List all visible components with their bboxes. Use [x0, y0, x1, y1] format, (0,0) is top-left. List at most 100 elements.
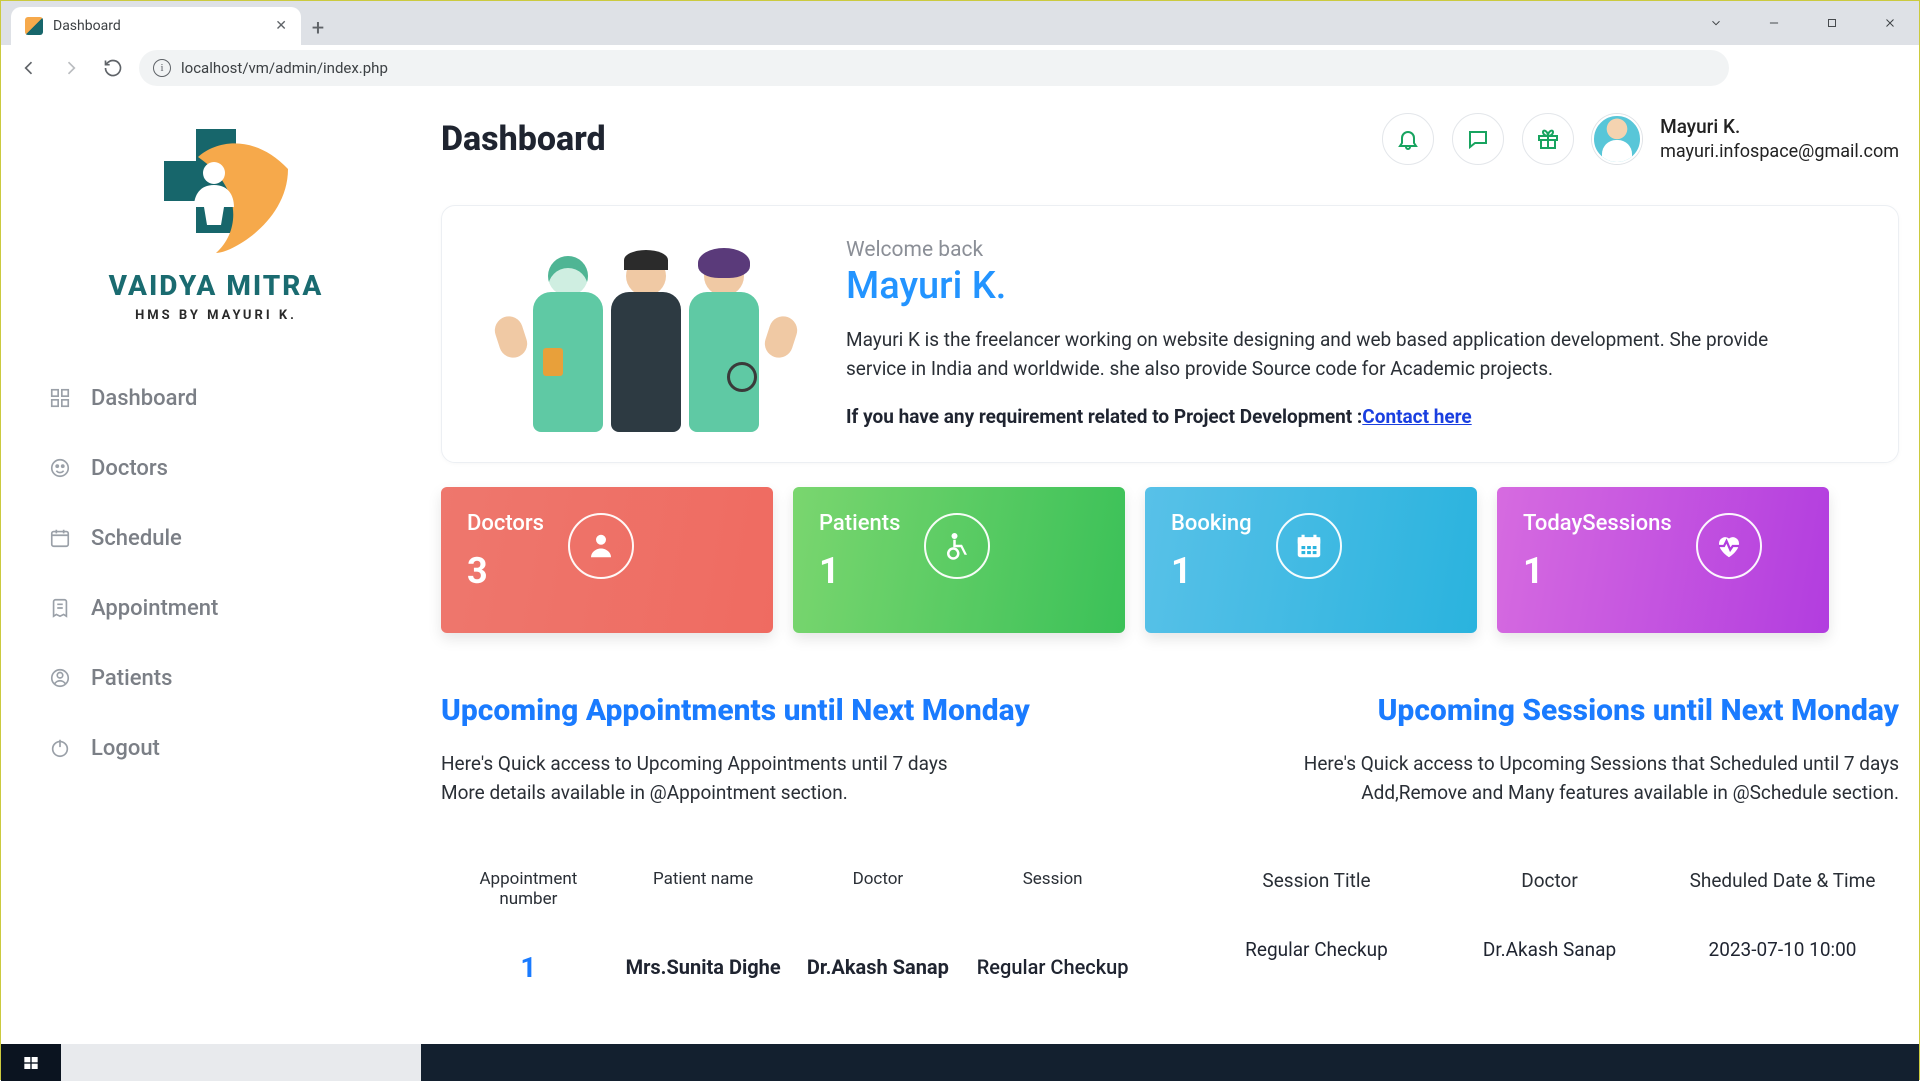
- url-text: localhost/vm/admin/index.php: [181, 59, 388, 77]
- messages-button[interactable]: [1452, 113, 1504, 165]
- sessions-table: Session Title Doctor Sheduled Date & Tim…: [1200, 863, 1899, 962]
- cell-doctor: Dr.Akash Sanap: [1433, 938, 1666, 962]
- th-session-title: Session Title: [1200, 863, 1433, 898]
- sidebar-item-label: Logout: [91, 736, 160, 761]
- nav-back-button[interactable]: [13, 52, 45, 84]
- stat-label: TodaySessions: [1523, 511, 1672, 536]
- window-close-button[interactable]: [1861, 4, 1919, 42]
- sessions-subtitle: Here's Quick access to Upcoming Sessions…: [1200, 750, 1899, 807]
- tab-close-icon[interactable]: ✕: [275, 18, 287, 34]
- sidebar-item-doctors[interactable]: Doctors: [41, 433, 391, 503]
- table-row[interactable]: 1 Mrs.Sunita Dighe Dr.Akash Sanap Regula…: [441, 950, 1140, 985]
- doctors-icon: [47, 455, 73, 481]
- sidebar-item-label: Doctors: [91, 456, 168, 481]
- stat-tile-doctors[interactable]: Doctors 3: [441, 487, 773, 633]
- welcome-illustration: [476, 232, 816, 432]
- user-avatar[interactable]: [1592, 114, 1642, 164]
- welcome-back-label: Welcome back: [846, 238, 1864, 262]
- tab-title: Dashboard: [53, 18, 265, 34]
- site-info-icon[interactable]: i: [153, 59, 171, 77]
- welcome-cta: If you have any requirement related to P…: [846, 405, 1864, 428]
- table-row[interactable]: Regular Checkup Dr.Akash Sanap 2023-07-1…: [1200, 938, 1899, 962]
- welcome-description: Mayuri K is the freelancer working on we…: [846, 326, 1826, 383]
- doctor-icon: [568, 513, 634, 579]
- sidebar-item-label: Patients: [91, 666, 172, 691]
- welcome-text: Welcome back Mayuri K. Mayuri K is the f…: [846, 232, 1864, 432]
- appointments-column: Upcoming Appointments until Next Monday …: [441, 693, 1140, 985]
- sidebar-item-appointment[interactable]: Appointment: [41, 573, 391, 643]
- window-minimize-button[interactable]: [1745, 4, 1803, 42]
- cell-datetime: 2023-07-10 10:00: [1666, 938, 1899, 962]
- appointment-icon: [47, 595, 73, 621]
- window-maximize-button[interactable]: [1803, 4, 1861, 42]
- table-header: Appointmentnumber Patient name Doctor Se…: [441, 863, 1140, 916]
- th-appointment-number: Appointmentnumber: [441, 863, 616, 916]
- stat-value: 1: [1523, 550, 1672, 592]
- stat-tile-today-sessions[interactable]: TodaySessions 1: [1497, 487, 1829, 633]
- address-row: i localhost/vm/admin/index.php: [1, 45, 1919, 91]
- notifications-button[interactable]: [1382, 113, 1434, 165]
- appointments-subtitle: Here's Quick access to Upcoming Appointm…: [441, 750, 1140, 807]
- sidebar-item-logout[interactable]: Logout: [41, 713, 391, 783]
- dashboard-columns: Upcoming Appointments until Next Monday …: [441, 693, 1899, 985]
- heart-pulse-icon: [1696, 513, 1762, 579]
- sidebar-item-patients[interactable]: Patients: [41, 643, 391, 713]
- nav-reload-button[interactable]: [97, 52, 129, 84]
- user-email: mayuri.infospace@gmail.com: [1660, 140, 1899, 164]
- th-patient-name: Patient name: [616, 863, 791, 916]
- welcome-card: Welcome back Mayuri K. Mayuri K is the f…: [441, 205, 1899, 463]
- logout-icon: [47, 735, 73, 761]
- gifts-button[interactable]: [1522, 113, 1574, 165]
- sidebar-item-label: Schedule: [91, 526, 182, 551]
- nav-forward-button[interactable]: [55, 52, 87, 84]
- cell-doctor: Dr.Akash Sanap: [791, 955, 966, 980]
- gift-icon: [1536, 127, 1560, 151]
- start-button[interactable]: [1, 1044, 61, 1081]
- logo-mark-icon: [136, 121, 296, 261]
- sidebar-item-dashboard[interactable]: Dashboard: [41, 363, 391, 433]
- table-header: Session Title Doctor Sheduled Date & Tim…: [1200, 863, 1899, 898]
- app-viewport: VAIDYA MITRA HMS BY MAYURI K. Dashboard …: [1, 91, 1919, 1044]
- sidebar-item-schedule[interactable]: Schedule: [41, 503, 391, 573]
- brand-logo: VAIDYA MITRA HMS BY MAYURI K.: [41, 121, 391, 323]
- stats-row: Doctors 3 Patients1 Booking1 TodaySession…: [441, 487, 1899, 633]
- address-bar[interactable]: i localhost/vm/admin/index.php: [139, 50, 1729, 86]
- dashboard-icon: [47, 385, 73, 411]
- bell-icon: [1396, 127, 1420, 151]
- th-doctor: Doctor: [1433, 863, 1666, 898]
- calendar-icon: [1276, 513, 1342, 579]
- taskbar-light-region: [61, 1044, 421, 1081]
- topbar: Dashboard Mayuri K. mayuri.infospace@gma…: [441, 113, 1899, 165]
- stat-label: Doctors: [467, 511, 544, 536]
- sidebar-item-label: Dashboard: [91, 386, 197, 411]
- chat-icon: [1466, 127, 1490, 151]
- sidebar-item-label: Appointment: [91, 596, 218, 621]
- window-controls: [1687, 1, 1919, 45]
- stat-value: 1: [819, 550, 900, 592]
- welcome-name: Mayuri K.: [846, 264, 1864, 308]
- appointments-table: Appointmentnumber Patient name Doctor Se…: [441, 863, 1140, 985]
- contact-link[interactable]: Contact here: [1362, 405, 1471, 428]
- sessions-title: Upcoming Sessions until Next Monday: [1200, 693, 1899, 728]
- tab-strip: Dashboard ✕ +: [1, 1, 1919, 45]
- new-tab-button[interactable]: +: [301, 11, 335, 45]
- brand-sub: HMS BY MAYURI K.: [135, 308, 297, 323]
- cell-session: Regular Checkup: [965, 955, 1140, 980]
- window-dropdown-icon[interactable]: [1687, 4, 1745, 42]
- schedule-icon: [47, 525, 73, 551]
- topbar-right: Mayuri K. mayuri.infospace@gmail.com: [1382, 113, 1899, 165]
- user-name: Mayuri K.: [1660, 114, 1899, 140]
- windows-icon: [23, 1055, 39, 1071]
- stat-value: 3: [467, 550, 544, 592]
- stat-tile-patients[interactable]: Patients1: [793, 487, 1125, 633]
- taskbar-dark-region: [421, 1044, 1919, 1081]
- wheelchair-icon: [924, 513, 990, 579]
- sessions-column: Upcoming Sessions until Next Monday Here…: [1200, 693, 1899, 985]
- browser-chrome: Dashboard ✕ + i localhost/vm/admin/index…: [1, 1, 1919, 91]
- brand-name: VAIDYA MITRA: [109, 269, 324, 302]
- stat-tile-booking[interactable]: Booking1: [1145, 487, 1477, 633]
- patients-icon: [47, 665, 73, 691]
- welcome-cta-prefix: If you have any requirement related to P…: [846, 405, 1362, 428]
- browser-tab[interactable]: Dashboard ✕: [11, 7, 301, 45]
- cell-appointment-number: 1: [441, 950, 616, 985]
